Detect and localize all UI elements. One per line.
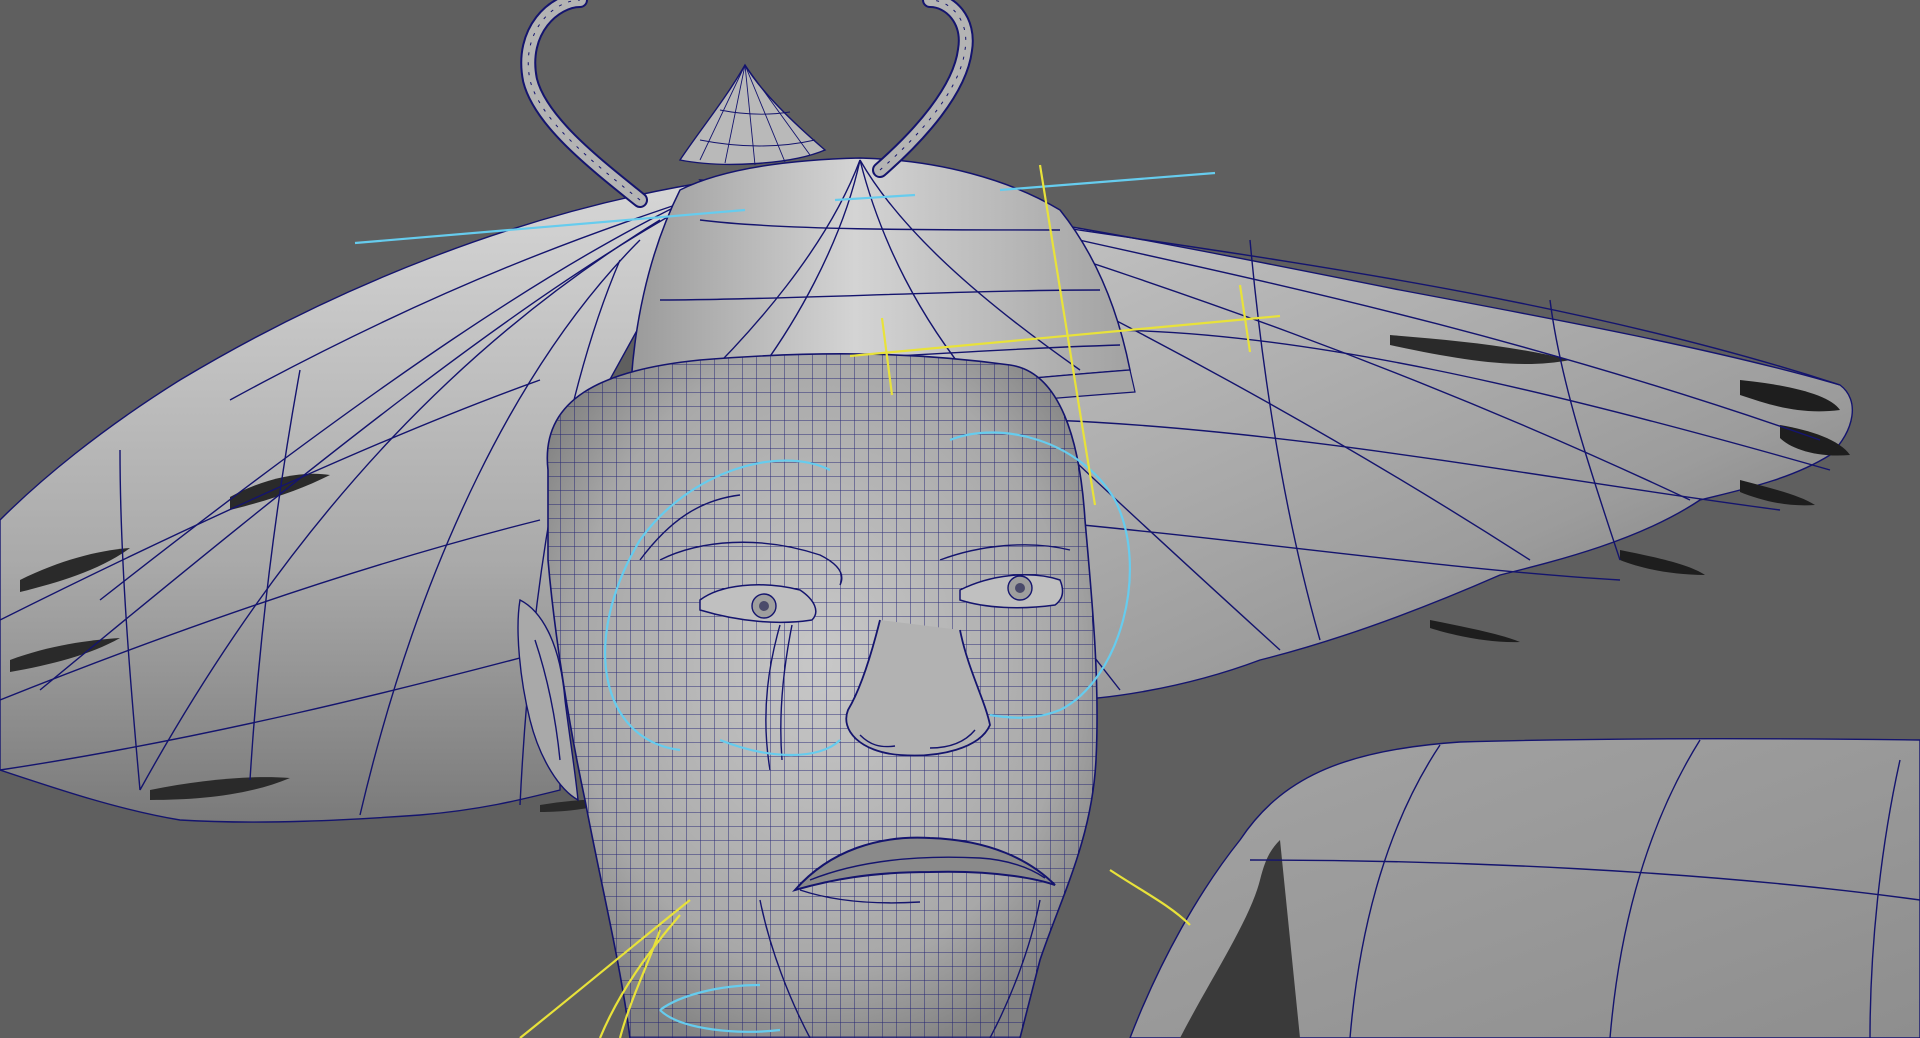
shoulder[interactable] xyxy=(1129,737,1920,1038)
hat-finial[interactable] xyxy=(678,63,827,166)
3d-viewport[interactable] xyxy=(0,0,1920,1038)
viewport-scene[interactable] xyxy=(0,0,1920,1038)
head[interactable] xyxy=(540,350,1100,1038)
